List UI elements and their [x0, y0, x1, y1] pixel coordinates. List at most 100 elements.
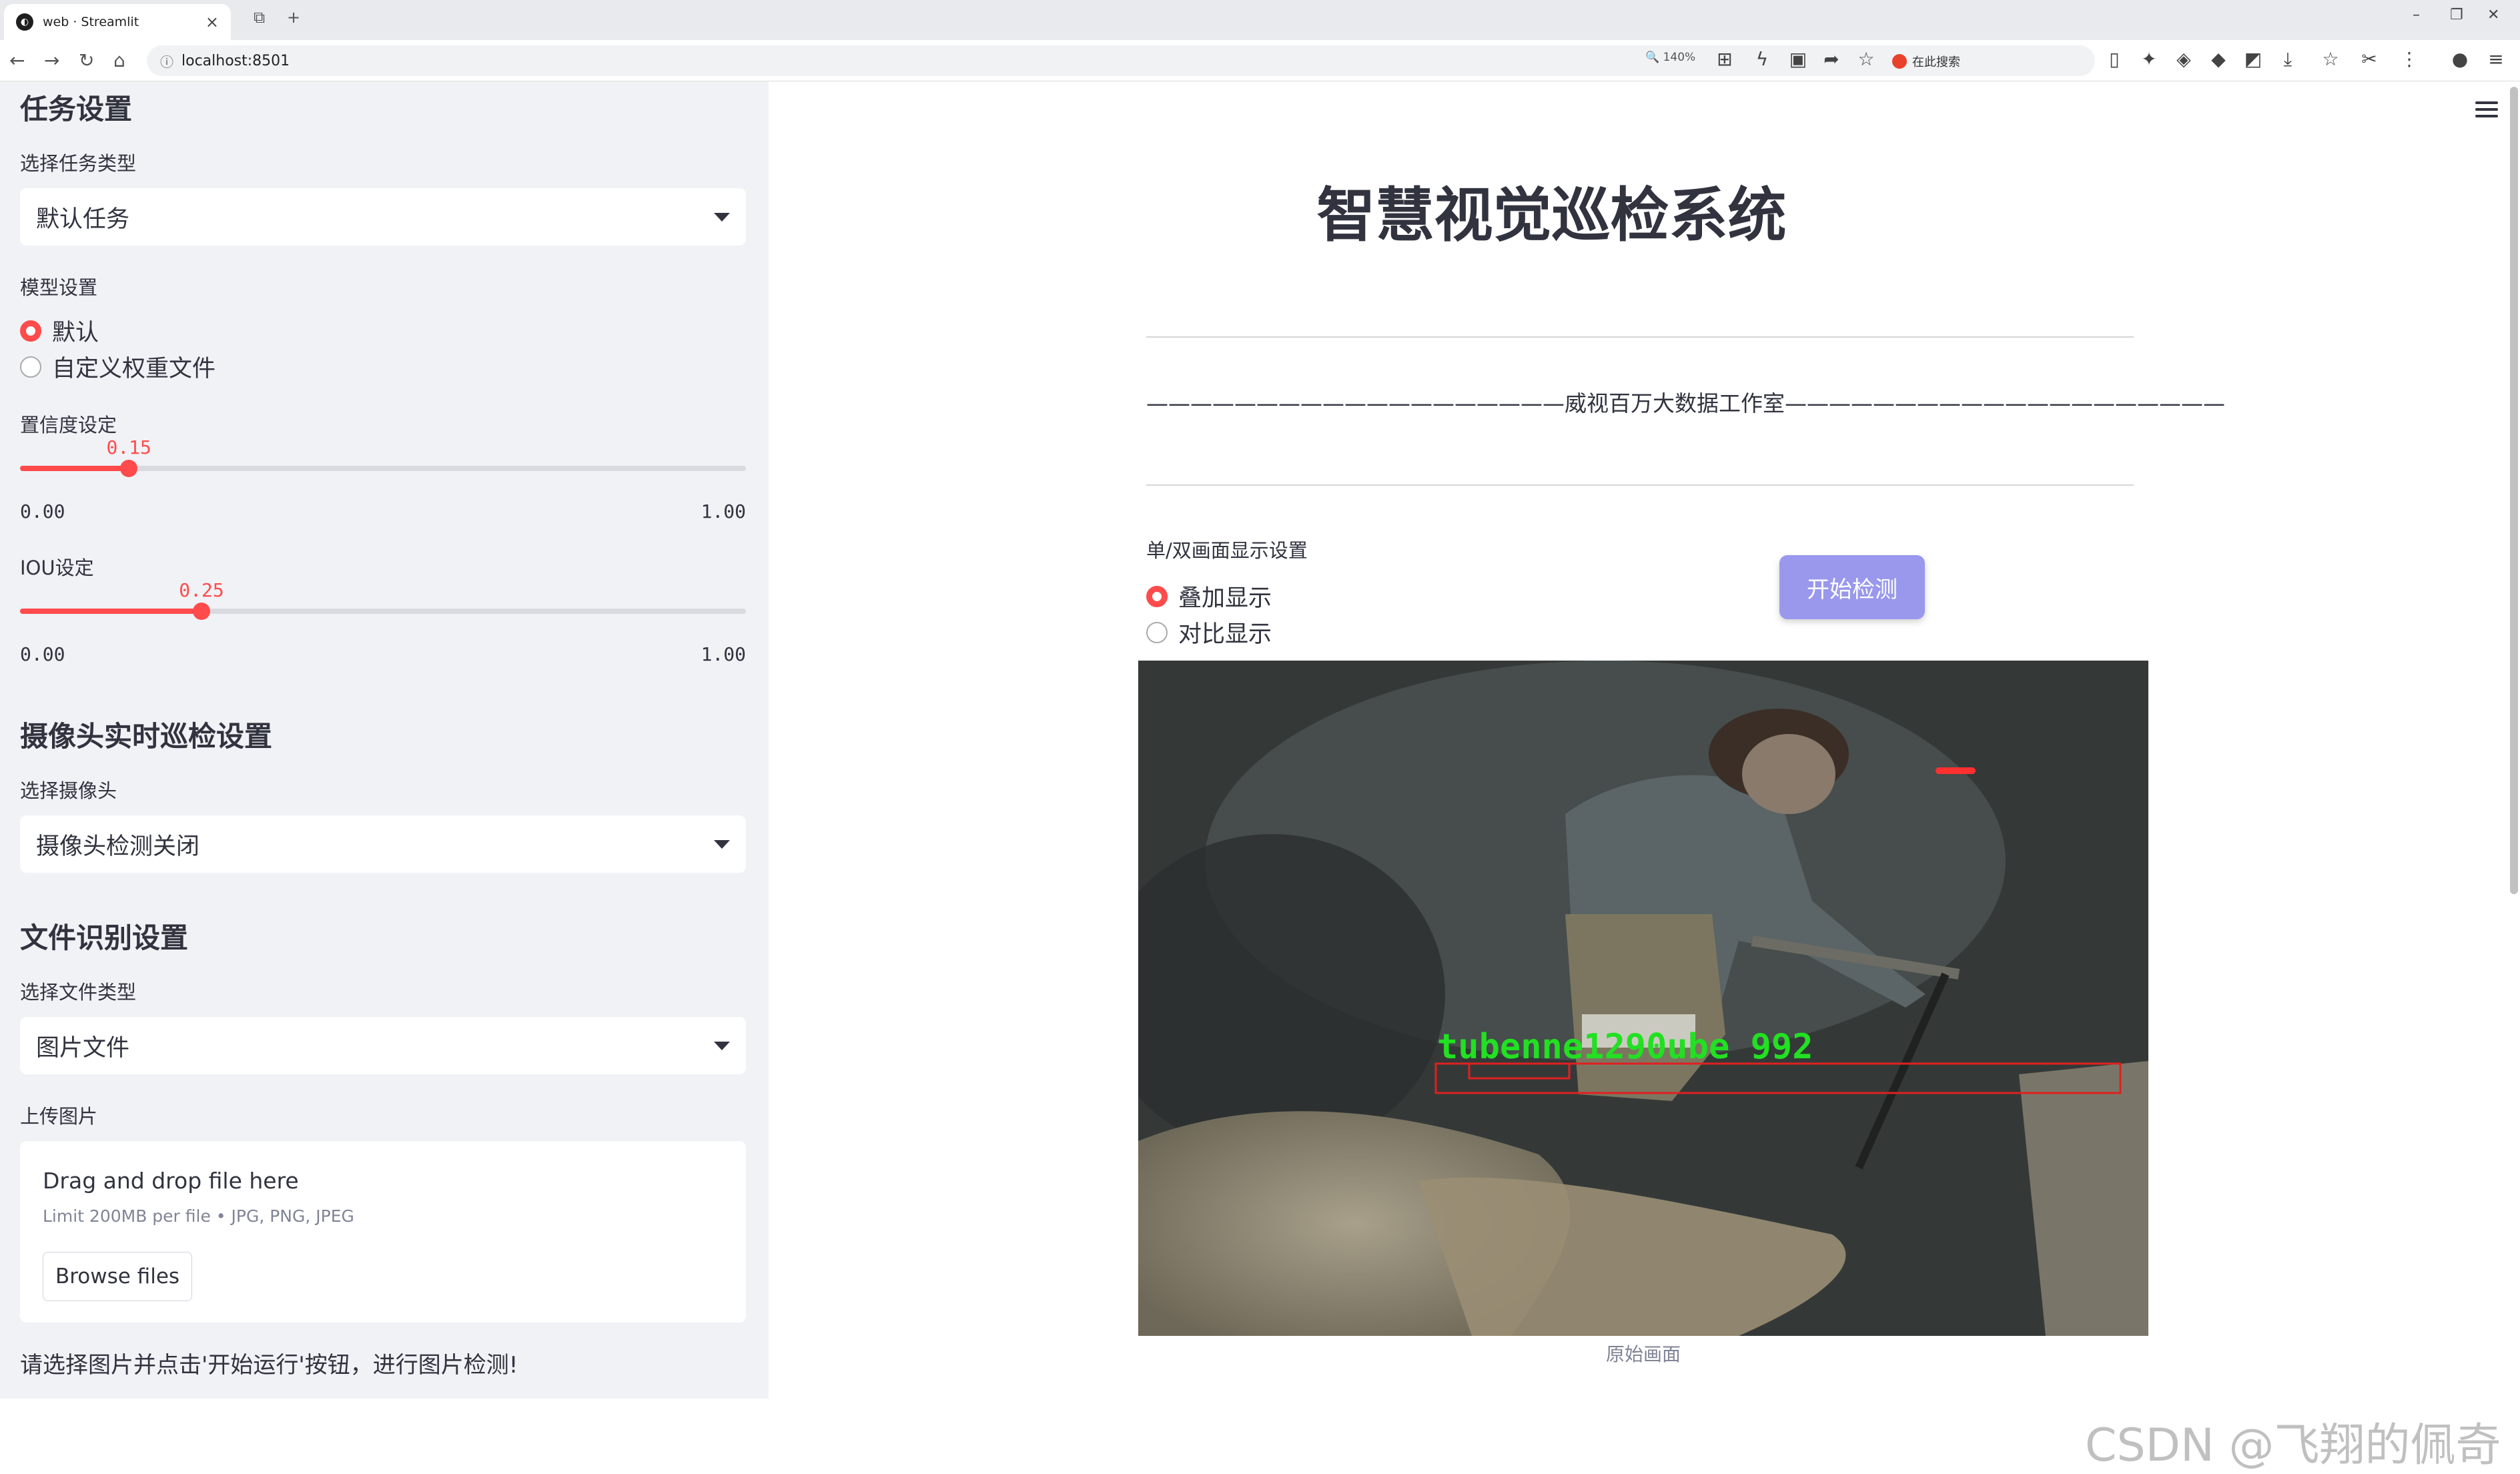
chevron-down-icon [714, 212, 730, 222]
browse-files-button[interactable]: Browse files [43, 1252, 192, 1301]
window-close-icon[interactable]: ✕ [2487, 7, 2499, 23]
detection-label-text: tubenne1290ube 992 [1437, 1027, 1813, 1067]
download-icon[interactable]: ⤓ [2276, 48, 2299, 71]
confidence-slider[interactable]: 0.15 [20, 436, 746, 492]
browser-tabbar: ◐ web · Streamlit × ⧉ + – ❐ ✕ [0, 0, 2520, 40]
chevron-down-icon [714, 1041, 730, 1050]
detection-image-canvas: tubenne1290ube 992 [1138, 661, 2148, 1336]
model-radio-custom[interactable]: 自定义权重文件 [20, 350, 216, 384]
file-settings-heading: 文件识别设置 [20, 922, 189, 954]
page-title: 智慧视觉巡检系统 [1316, 181, 1787, 250]
more-menu-icon[interactable]: ⋮ [2398, 48, 2421, 70]
upload-label: 上传图片 [20, 1105, 98, 1128]
display-radio-compare[interactable]: 对比显示 [1146, 615, 1272, 649]
profile-avatar-icon[interactable]: ● [2449, 48, 2471, 70]
extension-a-icon[interactable]: ✦ [2138, 48, 2160, 70]
camera-select-label: 选择摄像头 [20, 779, 117, 802]
cut-icon[interactable]: ✂ [2358, 48, 2381, 70]
slider-fill [20, 609, 201, 614]
zoom-value: 140% [1663, 51, 1696, 64]
radio-unselected-icon[interactable] [20, 356, 41, 378]
extension-b-icon[interactable]: ◈ [2172, 48, 2195, 70]
task-settings-heading: 任务设置 [20, 93, 133, 125]
studio-banner: ———————————————————威视百万大数据工作室———————————… [1146, 390, 2225, 416]
file-type-value: 图片文件 [36, 1034, 130, 1062]
new-tab-icon[interactable]: + [287, 8, 300, 27]
start-detection-button[interactable]: 开始检测 [1779, 555, 1925, 619]
iou-slider[interactable]: 0.25 [20, 579, 746, 635]
chevron-down-icon [714, 839, 730, 849]
streamlit-favicon-icon: ◐ [16, 13, 33, 31]
slider-thumb[interactable] [193, 603, 210, 620]
radio-selected-icon[interactable] [1146, 585, 1168, 607]
task-type-value: 默认任务 [36, 206, 130, 233]
home-icon[interactable]: ⌂ [113, 49, 125, 71]
extension-d-icon[interactable]: ◩ [2242, 48, 2264, 70]
watermark: CSDN @飞翔的佩奇 [2085, 1419, 2501, 1472]
confidence-min: 0.00 [20, 500, 65, 522]
site-info-icon[interactable]: ⓘ [160, 51, 173, 71]
model-settings-label: 模型设置 [20, 276, 98, 299]
instruction-text: 请选择图片并点击'开始运行'按钮，进行图片检测! [20, 1352, 518, 1379]
browser-tab[interactable]: ◐ web · Streamlit × [4, 4, 231, 40]
search-engine-icon [1892, 54, 1907, 69]
url-text[interactable]: localhost:8501 [181, 53, 290, 69]
camera-select-value: 摄像头检测关闭 [36, 833, 200, 860]
reader-icon[interactable]: ▯ [2103, 48, 2126, 70]
tab-close-icon[interactable]: × [205, 13, 219, 31]
task-type-select[interactable]: 默认任务 [20, 188, 746, 246]
file-type-select[interactable]: 图片文件 [20, 1017, 746, 1074]
tab-group-icon[interactable]: ⧉ [254, 8, 265, 27]
detection-result-image: tubenne1290ube 992 [1138, 661, 2148, 1336]
browser-menu-icon[interactable]: ≡ [2485, 48, 2507, 70]
screenshot-icon[interactable]: ▣ [1787, 48, 1809, 70]
model-radio-default[interactable]: 默认 [20, 314, 99, 348]
task-type-label: 选择任务类型 [20, 152, 137, 175]
display-radio-overlay[interactable]: 叠加显示 [1146, 579, 1272, 613]
extension-c-icon[interactable]: ◆ [2207, 48, 2230, 70]
divider [1146, 484, 2134, 486]
minimize-icon[interactable]: – [2413, 7, 2420, 23]
hamburger-menu-icon[interactable] [2475, 101, 2498, 121]
main-content: 智慧视觉巡检系统 ———————————————————威视百万大数据工作室——… [769, 81, 2520, 1472]
radio-selected-icon[interactable] [20, 320, 41, 342]
confidence-label: 置信度设定 [20, 414, 117, 436]
iou-max: 1.00 [701, 643, 746, 665]
share-icon[interactable]: ➦ [1820, 48, 1843, 70]
file-uploader-dropzone[interactable]: Drag and drop file here Limit 200MB per … [20, 1141, 746, 1323]
streamlit-app: 任务设置 选择任务类型 默认任务 模型设置 默认 自定义权重文件 置信度设定 0… [0, 81, 2520, 1472]
lightning-icon[interactable]: ϟ [1751, 48, 1773, 70]
slider-thumb[interactable] [120, 460, 138, 477]
search-engine-box[interactable]: 在此搜索 [1892, 49, 2086, 73]
restore-icon[interactable]: ❐ [2450, 7, 2463, 23]
iou-label: IOU设定 [20, 557, 94, 579]
page-scrollbar[interactable] [2510, 87, 2518, 894]
divider [1146, 336, 2134, 338]
translate-icon[interactable]: ⊞ [1713, 48, 1736, 70]
back-icon[interactable]: ← [9, 49, 25, 71]
display-option-overlay-label: 叠加显示 [1178, 585, 1272, 612]
search-label: 在此搜索 [1912, 55, 1960, 69]
slider-fill [20, 466, 129, 471]
image-caption: 原始画面 [1605, 1343, 1681, 1365]
star-icon[interactable]: ☆ [1855, 48, 1877, 70]
model-option-custom-label: 自定义权重文件 [52, 356, 216, 382]
tab-title: web · Streamlit [43, 15, 139, 29]
display-mode-label: 单/双画面显示设置 [1146, 539, 1308, 562]
camera-settings-heading: 摄像头实时巡检设置 [20, 720, 273, 753]
reload-icon[interactable]: ↻ [79, 49, 94, 71]
sidebar: 任务设置 选择任务类型 默认任务 模型设置 默认 自定义权重文件 置信度设定 0… [0, 81, 769, 1399]
display-option-compare-label: 对比显示 [1178, 621, 1272, 648]
upload-drag-text: Drag and drop file here [43, 1168, 299, 1194]
forward-icon[interactable]: → [44, 49, 59, 71]
favorites-icon[interactable]: ☆ [2319, 48, 2342, 70]
radio-unselected-icon[interactable] [1146, 621, 1168, 643]
browser-toolbar: ← → ↻ ⌂ ⓘ localhost:8501 🔍 140% ⊞ ϟ ▣ ➦ … [0, 40, 2520, 81]
camera-select[interactable]: 摄像头检测关闭 [20, 815, 746, 873]
iou-min: 0.00 [20, 643, 65, 665]
file-type-label: 选择文件类型 [20, 981, 137, 1004]
confidence-max: 1.00 [701, 500, 746, 522]
confidence-current-value: 0.15 [106, 436, 151, 458]
model-option-default-label: 默认 [52, 320, 99, 346]
zoom-indicator[interactable]: 🔍 140% [1645, 51, 1695, 64]
